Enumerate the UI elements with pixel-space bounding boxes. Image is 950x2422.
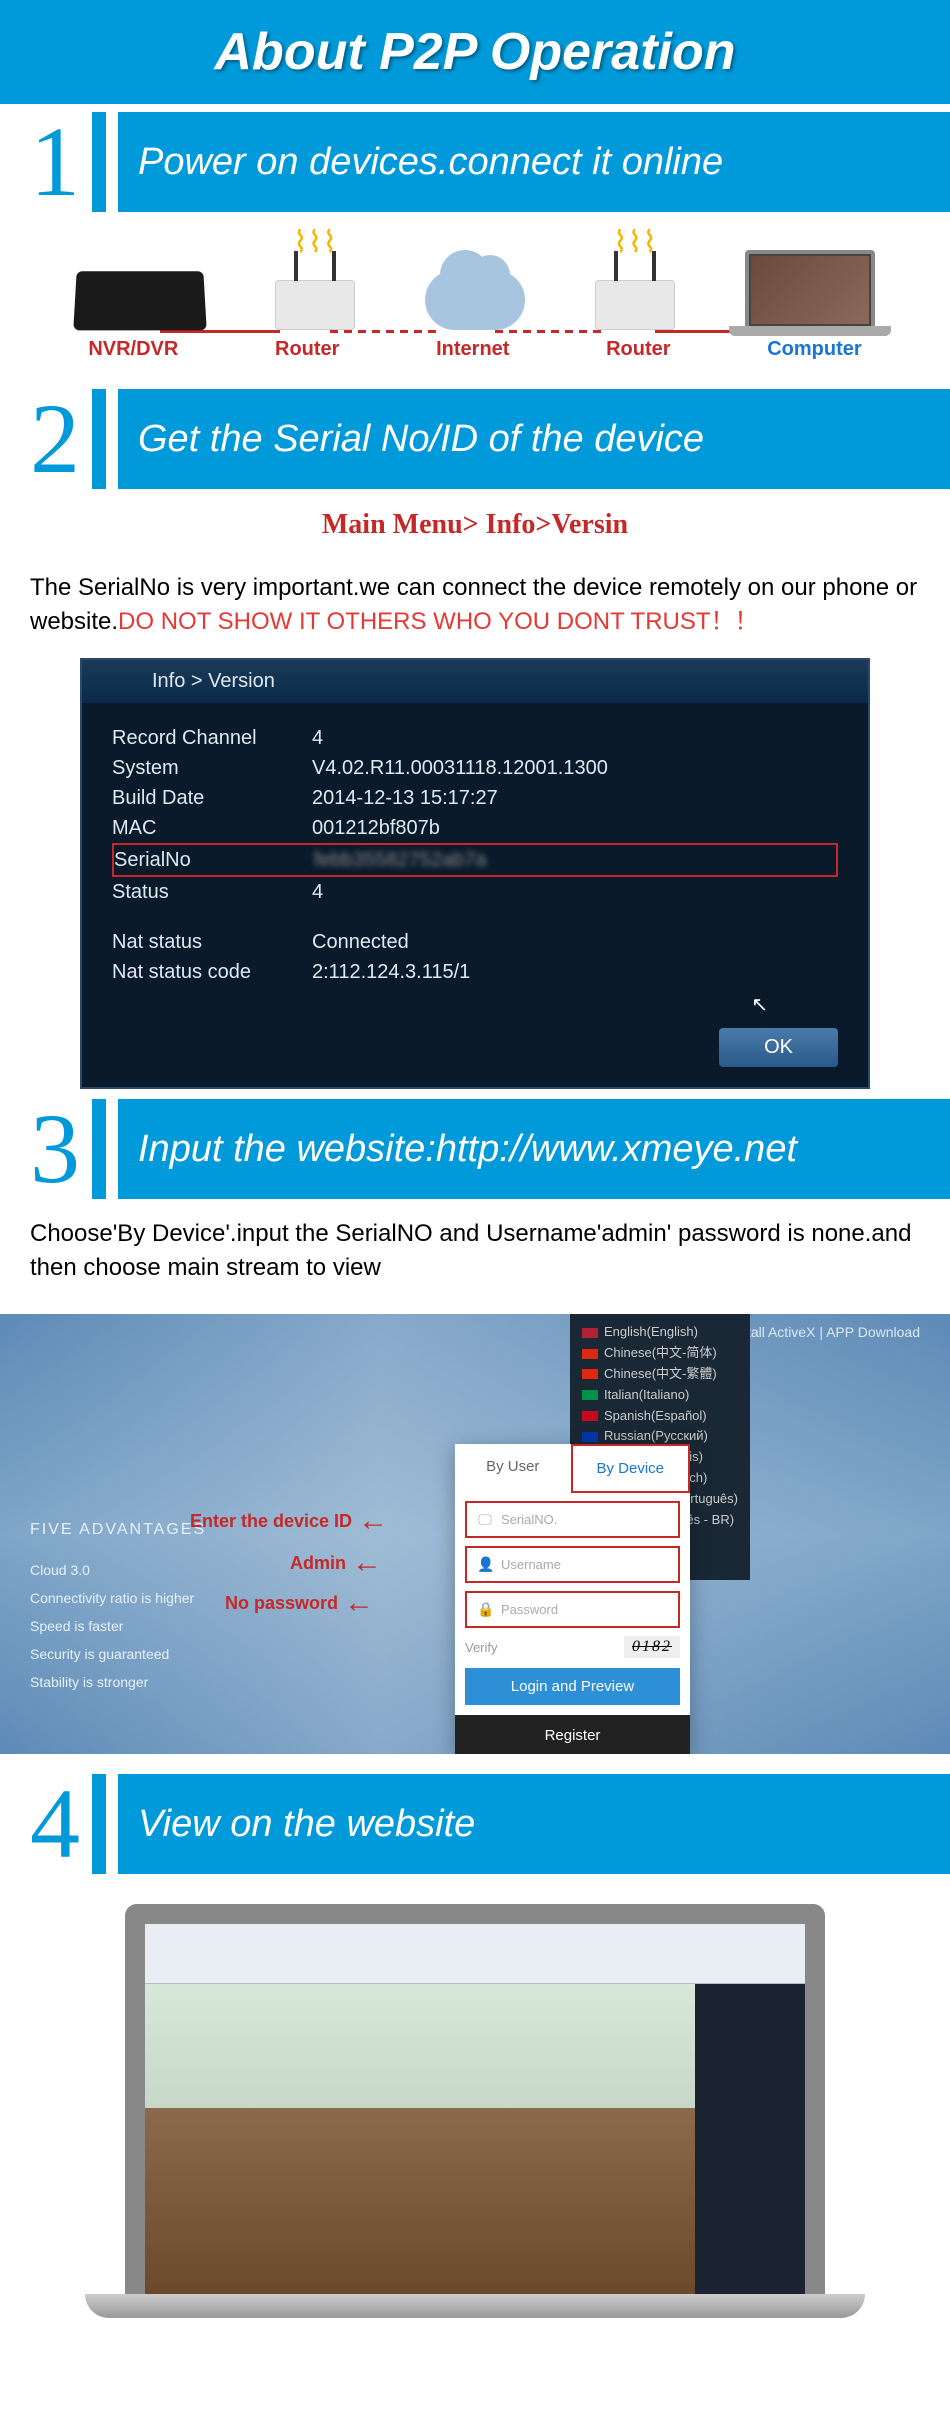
- video-sidebar: [695, 1984, 805, 2294]
- cloud-icon: [425, 270, 525, 330]
- tab-by-device[interactable]: By Device: [571, 1444, 691, 1493]
- flag-icon: [582, 1390, 598, 1400]
- arrow-pass: No password←: [225, 1586, 374, 1620]
- captcha-image: 0182: [624, 1636, 680, 1658]
- step-4-number: 4: [0, 1774, 92, 1874]
- step-3-number: 3: [0, 1099, 92, 1199]
- flag-icon: [582, 1349, 598, 1359]
- k-status: Status: [112, 877, 312, 907]
- monitor-icon: 🖵: [477, 1511, 493, 1528]
- step-4-label: View on the website: [118, 1774, 950, 1874]
- serial-warning-text: The SerialNo is very important.we can co…: [0, 561, 950, 648]
- login-button[interactable]: Login and Preview: [465, 1668, 680, 1705]
- ok-button[interactable]: OK: [719, 1028, 838, 1067]
- v-mac: 001212bf807b: [312, 813, 440, 843]
- step-2-header: 2 Get the Serial No/ID of the device: [0, 389, 950, 489]
- flag-icon: [582, 1411, 598, 1421]
- diagram-labels: NVR/DVR Router Internet Router Computer: [0, 338, 950, 381]
- tab-by-user[interactable]: By User: [455, 1444, 571, 1493]
- browser-chrome: [145, 1924, 805, 1984]
- warn-part2: DO NOT SHOW IT OTHERS WHO YOU DONT TRUST…: [118, 608, 758, 635]
- step-3-label: Input the website:http://www.xmeye.net: [118, 1099, 950, 1199]
- lang-item[interactable]: Chinese(中文-繁體): [582, 1364, 738, 1385]
- v-record: 4: [312, 723, 323, 753]
- step-vbar: [92, 389, 106, 489]
- adv-item: Cloud 3.0: [30, 1556, 206, 1584]
- step-1-label: Power on devices.connect it online: [118, 112, 950, 212]
- info-version-panel: Info > Version Record Channel4 SystemV4.…: [80, 658, 870, 1089]
- adv-item: Stability is stronger: [30, 1668, 206, 1696]
- login-box: By User By Device 🖵SerialNO. 👤Username 🔒…: [455, 1444, 690, 1754]
- step-2-number: 2: [0, 389, 92, 489]
- menu-breadcrumb: Main Menu> Info>Versin: [0, 509, 950, 541]
- arrow-user: Admin←: [290, 1546, 382, 1580]
- v-build: 2014-12-13 15:17:27: [312, 783, 498, 813]
- k-mac: MAC: [112, 813, 312, 843]
- panel-title: Info > Version: [82, 660, 868, 703]
- camera-feed: [145, 1984, 695, 2294]
- laptop-preview: [125, 1904, 825, 2318]
- flag-icon: [582, 1328, 598, 1338]
- v-status: 4: [312, 877, 323, 907]
- header-banner: About P2P Operation: [0, 0, 950, 104]
- advantages-block: FIVE ADVANTAGES Cloud 3.0 Connectivity r…: [30, 1514, 206, 1696]
- verify-label: Verify: [465, 1640, 614, 1655]
- laptop-base: [85, 2294, 865, 2318]
- lang-item[interactable]: Spanish(Español): [582, 1406, 738, 1427]
- router-icon: ⌇⌇⌇: [275, 280, 355, 330]
- username-input[interactable]: 👤Username: [465, 1546, 680, 1583]
- label-computer: Computer: [767, 338, 861, 361]
- k-record: Record Channel: [112, 723, 312, 753]
- lang-item[interactable]: English(English): [582, 1322, 738, 1343]
- wire-1: [160, 330, 280, 333]
- k-system: System: [112, 753, 312, 783]
- adv-item: Speed is faster: [30, 1612, 206, 1640]
- laptop-icon: [745, 250, 875, 330]
- user-icon: 👤: [477, 1556, 493, 1573]
- router-icon: ⌇⌇⌇: [595, 280, 675, 330]
- serial-input[interactable]: 🖵SerialNO.: [465, 1501, 680, 1538]
- lock-icon: 🔒: [477, 1601, 493, 1618]
- adv-item: Connectivity ratio is higher: [30, 1584, 206, 1612]
- flag-icon: [582, 1432, 598, 1442]
- step3-instructions: Choose'By Device'.input the SerialNO and…: [0, 1207, 950, 1294]
- flag-icon: [582, 1369, 598, 1379]
- v-system: V4.02.R11.00031118.12001.1300: [312, 753, 608, 783]
- step-vbar: [92, 1099, 106, 1199]
- step-1-number: 1: [0, 112, 92, 212]
- nvr-icon: [75, 270, 205, 330]
- register-button[interactable]: Register: [455, 1715, 690, 1754]
- step-2-label: Get the Serial No/ID of the device: [118, 389, 950, 489]
- step-3-header: 3 Input the website:http://www.xmeye.net: [0, 1099, 950, 1199]
- v-nat: Connected: [312, 927, 409, 957]
- advantages-title: FIVE ADVANTAGES: [30, 1514, 206, 1546]
- lang-item[interactable]: Chinese(中文-简体): [582, 1343, 738, 1364]
- label-internet: Internet: [436, 338, 509, 361]
- page-title: About P2P Operation: [0, 22, 950, 82]
- v-natcode: 2:112.124.3.115/1: [312, 957, 470, 987]
- k-natcode: Nat status code: [112, 957, 312, 987]
- arrow-serial: Enter the device ID←: [190, 1504, 388, 1538]
- step-1-header: 1 Power on devices.connect it online: [0, 112, 950, 212]
- label-router: Router: [606, 338, 670, 361]
- label-nvr: NVR/DVR: [88, 338, 178, 361]
- wire-2: [330, 330, 440, 333]
- website-screenshot: Install ActiveX | APP Download English(E…: [0, 1314, 950, 1754]
- label-router: Router: [275, 338, 339, 361]
- k-serial: SerialNo: [114, 845, 314, 875]
- top-links[interactable]: Install ActiveX | APP Download: [728, 1324, 920, 1340]
- adv-item: Security is guaranteed: [30, 1640, 206, 1668]
- wire-3: [495, 330, 605, 333]
- k-nat: Nat status: [112, 927, 312, 957]
- k-build: Build Date: [112, 783, 312, 813]
- connection-diagram: ⌇⌇⌇ ⌇⌇⌇: [0, 220, 950, 338]
- v-serial: febb35582752ab7a: [314, 845, 486, 875]
- password-input[interactable]: 🔒Password: [465, 1591, 680, 1628]
- step-vbar: [92, 112, 106, 212]
- cursor-icon: ↖: [751, 992, 768, 1017]
- step-4-header: 4 View on the website: [0, 1774, 950, 1874]
- step-vbar: [92, 1774, 106, 1874]
- lang-item[interactable]: Italian(Italiano): [582, 1385, 738, 1406]
